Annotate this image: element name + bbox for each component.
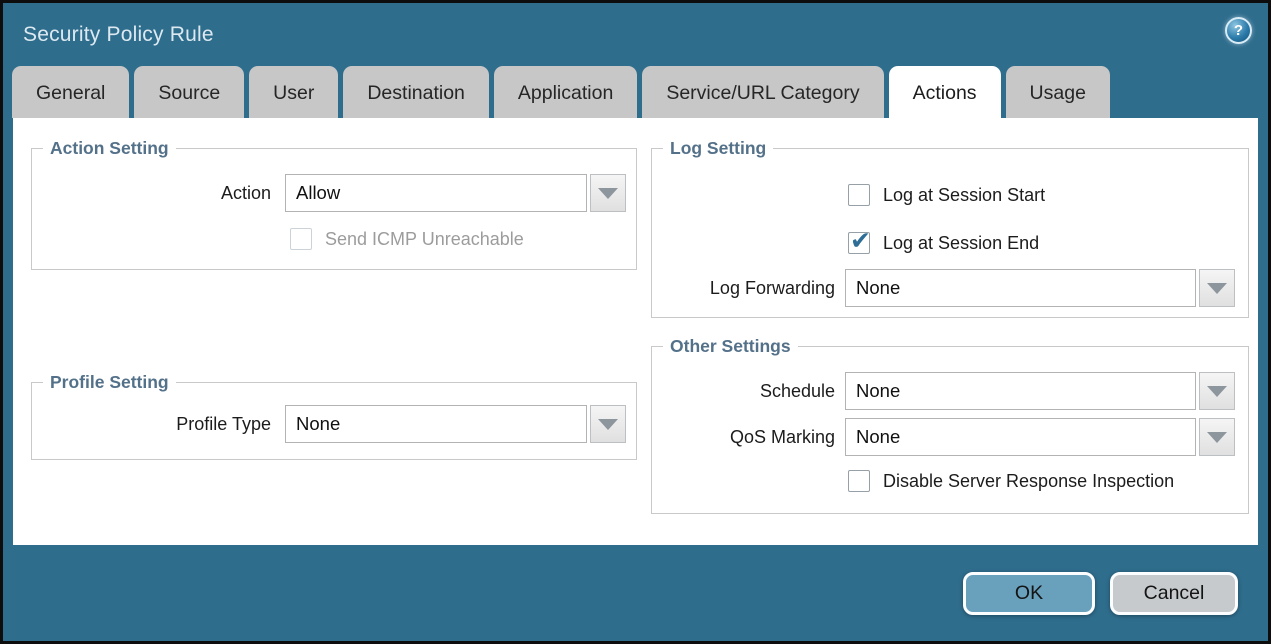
log-at-session-start-label: Log at Session Start (883, 185, 1045, 206)
log-forwarding-row: Log Forwarding None (652, 269, 1248, 307)
chevron-down-icon (1207, 432, 1227, 443)
log-setting-group: Log Setting Log at Session Start Log at … (651, 148, 1249, 318)
chevron-down-icon (598, 188, 618, 199)
chevron-down-icon (598, 419, 618, 430)
log-at-session-start-checkbox[interactable] (848, 184, 870, 206)
actions-tab-panel: Action Setting Action Allow Send ICMP Un… (13, 118, 1258, 545)
log-session-start-row: Log at Session Start (652, 184, 1248, 206)
schedule-row: Schedule None (652, 372, 1248, 410)
cancel-button[interactable]: Cancel (1110, 572, 1238, 615)
profile-type-row: Profile Type None (32, 405, 636, 443)
qos-marking-row: QoS Marking None (652, 418, 1248, 456)
log-forwarding-dropdown[interactable]: None (845, 269, 1235, 307)
ok-button[interactable]: OK (963, 572, 1095, 615)
schedule-label: Schedule (652, 381, 835, 402)
tab-usage[interactable]: Usage (1006, 66, 1110, 118)
tab-application[interactable]: Application (494, 66, 637, 118)
profile-setting-group: Profile Setting Profile Type None (31, 382, 637, 460)
qos-marking-dropdown[interactable]: None (845, 418, 1235, 456)
tab-actions[interactable]: Actions (889, 66, 1001, 118)
dialog-footer: OK Cancel (3, 545, 1268, 641)
log-forwarding-dropdown-value[interactable]: None (845, 269, 1196, 307)
qos-marking-dropdown-button[interactable] (1199, 418, 1235, 456)
chevron-down-icon (1207, 283, 1227, 294)
chevron-down-icon (1207, 386, 1227, 397)
log-at-session-end-label: Log at Session End (883, 233, 1039, 254)
log-setting-legend: Log Setting (663, 138, 773, 159)
log-session-end-row: Log at Session End (652, 232, 1248, 254)
qos-marking-label: QoS Marking (652, 427, 835, 448)
action-setting-legend: Action Setting (43, 138, 176, 159)
profile-type-dropdown-value[interactable]: None (285, 405, 587, 443)
profile-setting-legend: Profile Setting (43, 372, 176, 393)
tab-destination[interactable]: Destination (343, 66, 489, 118)
profile-type-label: Profile Type (32, 414, 271, 435)
action-setting-group: Action Setting Action Allow Send ICMP Un… (31, 148, 637, 270)
other-settings-legend: Other Settings (663, 336, 798, 357)
send-icmp-unreachable-label: Send ICMP Unreachable (325, 229, 524, 250)
disable-server-response-inspection-label: Disable Server Response Inspection (883, 471, 1174, 492)
security-policy-rule-dialog: Security Policy Rule ? General Source Us… (0, 0, 1271, 644)
tab-user[interactable]: User (249, 66, 338, 118)
tab-service-url-category[interactable]: Service/URL Category (642, 66, 883, 118)
tab-bar: General Source User Destination Applicat… (3, 66, 1268, 118)
disable-server-response-inspection-checkbox[interactable] (848, 470, 870, 492)
other-settings-group: Other Settings Schedule None QoS Marking… (651, 346, 1249, 514)
tab-source[interactable]: Source (134, 66, 244, 118)
log-at-session-end-checkbox[interactable] (848, 232, 870, 254)
profile-type-dropdown[interactable]: None (285, 405, 626, 443)
tab-general[interactable]: General (12, 66, 129, 118)
dsri-row: Disable Server Response Inspection (652, 470, 1248, 492)
action-row: Action Allow (32, 174, 636, 212)
action-dropdown-value[interactable]: Allow (285, 174, 587, 212)
help-icon[interactable]: ? (1225, 17, 1252, 44)
send-icmp-unreachable-checkbox (290, 228, 312, 250)
send-icmp-row: Send ICMP Unreachable (32, 228, 636, 250)
action-dropdown[interactable]: Allow (285, 174, 626, 212)
log-forwarding-dropdown-button[interactable] (1199, 269, 1235, 307)
profile-type-dropdown-button[interactable] (590, 405, 626, 443)
log-forwarding-label: Log Forwarding (652, 278, 835, 299)
help-icon-glyph: ? (1234, 22, 1243, 39)
dialog-titlebar: Security Policy Rule ? (3, 3, 1268, 66)
schedule-dropdown-value[interactable]: None (845, 372, 1196, 410)
action-dropdown-button[interactable] (590, 174, 626, 212)
schedule-dropdown[interactable]: None (845, 372, 1235, 410)
qos-marking-dropdown-value[interactable]: None (845, 418, 1196, 456)
dialog-title: Security Policy Rule (23, 23, 214, 47)
schedule-dropdown-button[interactable] (1199, 372, 1235, 410)
action-label: Action (32, 183, 271, 204)
